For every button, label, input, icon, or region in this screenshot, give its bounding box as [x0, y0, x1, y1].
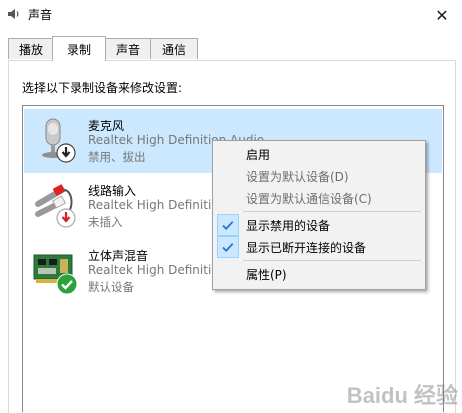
close-icon: ✕ [435, 5, 449, 25]
device-status: 未插入 [88, 215, 123, 229]
menu-item-enable[interactable]: 启用 [215, 143, 423, 165]
menu-item-show-disconnected-devices[interactable]: 显示已断开连接的设备 [215, 236, 423, 258]
device-name: 麦克风 [88, 119, 125, 133]
context-menu: 启用 设置为默认设备(D) 设置为默认通信设备(C) 显示禁用的设备 显示已断开… [212, 140, 426, 290]
menu-separator [243, 260, 421, 261]
microphone-icon [32, 115, 80, 167]
menu-item-properties[interactable]: 属性(P) [215, 263, 423, 285]
default-check-icon [56, 273, 78, 298]
speaker-icon [6, 6, 22, 22]
watermark: Baidu 经验 [346, 383, 458, 408]
menu-item-show-disabled-devices[interactable]: 显示禁用的设备 [215, 214, 423, 236]
tab-recording[interactable]: 录制 [52, 36, 106, 61]
close-button[interactable]: ✕ [422, 0, 462, 30]
device-name: 线路输入 [88, 184, 137, 198]
device-status: 禁用、拔出 [88, 150, 146, 164]
unplugged-arrow-icon [56, 208, 76, 231]
window-title: 声音 [28, 8, 53, 22]
tab-communications[interactable]: 通信 [150, 38, 198, 59]
tab-playback[interactable]: 播放 [8, 38, 54, 59]
device-name: 立体声混音 [88, 249, 149, 263]
menu-item-set-default-comm-device: 设置为默认通信设备(C) [246, 192, 372, 206]
disabled-arrow-icon [56, 143, 76, 166]
title-bar: 声音 ✕ [0, 0, 462, 30]
sound-card-icon [32, 245, 80, 297]
menu-separator [243, 211, 421, 212]
device-status: 默认设备 [88, 280, 134, 294]
check-icon [217, 236, 239, 258]
check-icon [217, 214, 239, 236]
tab-sounds[interactable]: 声音 [104, 38, 152, 59]
instruction-text: 选择以下录制设备来修改设置: [22, 81, 183, 95]
line-in-cable-icon [32, 180, 80, 232]
menu-item-set-default-device: 设置为默认设备(D) [246, 170, 349, 184]
